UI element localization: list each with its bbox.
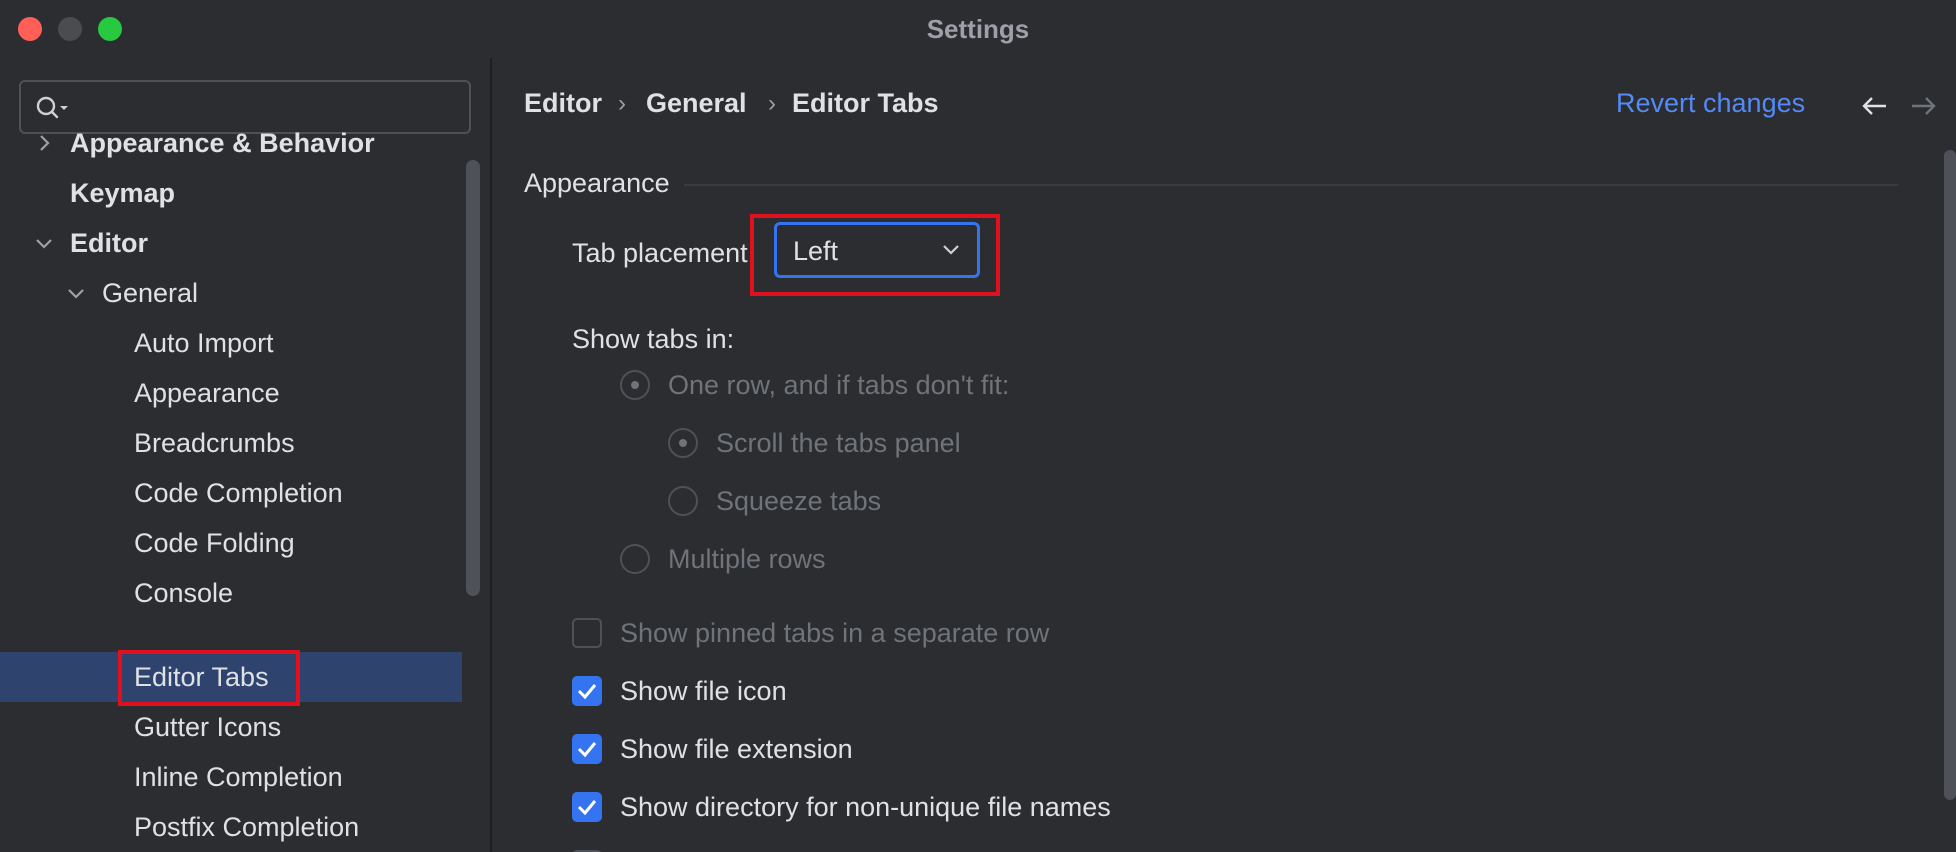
- settings-sidebar: Appearance & Behavior Keymap Editor Gene…: [0, 58, 492, 852]
- revert-changes-link[interactable]: Revert changes: [1616, 88, 1805, 119]
- breadcrumb-editor[interactable]: Editor: [524, 88, 602, 119]
- tree-item-general[interactable]: General: [0, 268, 462, 318]
- checkmark-icon: [577, 684, 597, 700]
- show-directory-checkbox[interactable]: [572, 792, 602, 822]
- tree-item-label: Keymap: [70, 177, 176, 208]
- tree-item-keymap[interactable]: Keymap: [0, 168, 462, 218]
- sidebar-scrollbar[interactable]: [466, 160, 480, 596]
- one-row-radio-label: One row, and if tabs don't fit:: [668, 370, 1010, 400]
- tree-item-breadcrumbs[interactable]: Breadcrumbs: [0, 418, 462, 468]
- show-file-icon-checkbox-label: Show file icon: [620, 676, 787, 706]
- tree-item-console[interactable]: Console: [0, 568, 462, 618]
- tree-item-label: Appearance: [134, 377, 280, 408]
- checkmark-icon: [577, 800, 597, 816]
- settings-window: Settings Appearance & Behavior Keymap Ed…: [0, 0, 1956, 852]
- show-file-icon-checkbox[interactable]: [572, 676, 602, 706]
- tree-item-appearance-behavior[interactable]: Appearance & Behavior: [0, 118, 462, 168]
- breadcrumb-separator: ›: [618, 90, 626, 117]
- tree-item-label: General: [102, 277, 199, 308]
- window-title: Settings: [926, 14, 1030, 44]
- breadcrumb-general[interactable]: General: [646, 88, 747, 119]
- show-tabs-in-label: Show tabs in:: [572, 324, 735, 354]
- tree-item-label: Appearance & Behavior: [70, 127, 375, 158]
- tree-item-editor[interactable]: Editor: [0, 218, 462, 268]
- tree-item-code-completion[interactable]: Code Completion: [0, 468, 462, 518]
- tree-item-label: Inline Completion: [134, 761, 343, 792]
- show-file-extension-checkbox-label: Show file extension: [620, 734, 853, 764]
- chevron-right-icon[interactable]: [34, 133, 54, 153]
- scroll-tabs-radio-label: Scroll the tabs panel: [716, 428, 961, 458]
- tree-item-label: Console: [134, 577, 234, 608]
- tree-item-label: Auto Import: [134, 327, 274, 358]
- squeeze-tabs-radio[interactable]: [668, 486, 698, 516]
- tree-item-label: Postfix Completion: [134, 811, 360, 842]
- tab-placement-value: Left: [793, 236, 839, 266]
- tree-item-code-folding[interactable]: Code Folding: [0, 518, 462, 568]
- multiple-rows-radio[interactable]: [620, 544, 650, 574]
- show-file-extension-checkbox[interactable]: [572, 734, 602, 764]
- one-row-radio[interactable]: [620, 370, 650, 400]
- chevron-down-icon[interactable]: [66, 283, 86, 303]
- tree-item-auto-import[interactable]: Auto Import: [0, 318, 462, 368]
- breadcrumb-separator: ›: [768, 90, 776, 117]
- appearance-section-title: Appearance: [524, 168, 670, 198]
- scroll-tabs-radio[interactable]: [668, 428, 698, 458]
- tree-item-label: Editor: [70, 227, 148, 258]
- show-directory-checkbox-label: Show directory for non-unique file names: [620, 792, 1111, 822]
- squeeze-tabs-radio-label: Squeeze tabs: [716, 486, 882, 516]
- settings-content-panel: Editor › General › Editor Tabs Revert ch…: [492, 58, 1956, 852]
- checkmark-icon: [577, 742, 597, 758]
- chevron-down-icon[interactable]: [34, 233, 54, 253]
- forward-arrow-icon[interactable]: [1910, 94, 1938, 118]
- tree-item-label: Code Folding: [134, 527, 295, 558]
- content-scrollbar[interactable]: [1944, 150, 1956, 800]
- tab-placement-label: Tab placement:: [572, 238, 756, 268]
- pinned-tabs-checkbox[interactable]: [572, 618, 602, 648]
- tree-item-label: Gutter Icons: [134, 711, 282, 742]
- breadcrumb-editor-tabs: Editor Tabs: [792, 88, 939, 118]
- title-bar: Settings: [0, 0, 1956, 58]
- tab-placement-dropdown[interactable]: Left: [774, 222, 980, 278]
- multiple-rows-radio-label: Multiple rows: [668, 544, 826, 574]
- back-arrow-icon[interactable]: [1860, 94, 1888, 118]
- chevron-down-icon: [943, 245, 959, 255]
- pinned-tabs-checkbox-label: Show pinned tabs in a separate row: [620, 618, 1050, 648]
- tree-item-gutter-icons[interactable]: Gutter Icons: [0, 702, 462, 752]
- tree-item-label: Breadcrumbs: [134, 427, 295, 458]
- tree-item-appearance[interactable]: Appearance: [0, 368, 462, 418]
- tree-item-postfix-completion[interactable]: Postfix Completion: [0, 802, 462, 852]
- selection-highlight-box: [118, 650, 300, 706]
- section-divider: [684, 184, 1898, 186]
- tree-item-inline-completion[interactable]: Inline Completion: [0, 752, 462, 802]
- tree-item-label: Code Completion: [134, 477, 343, 508]
